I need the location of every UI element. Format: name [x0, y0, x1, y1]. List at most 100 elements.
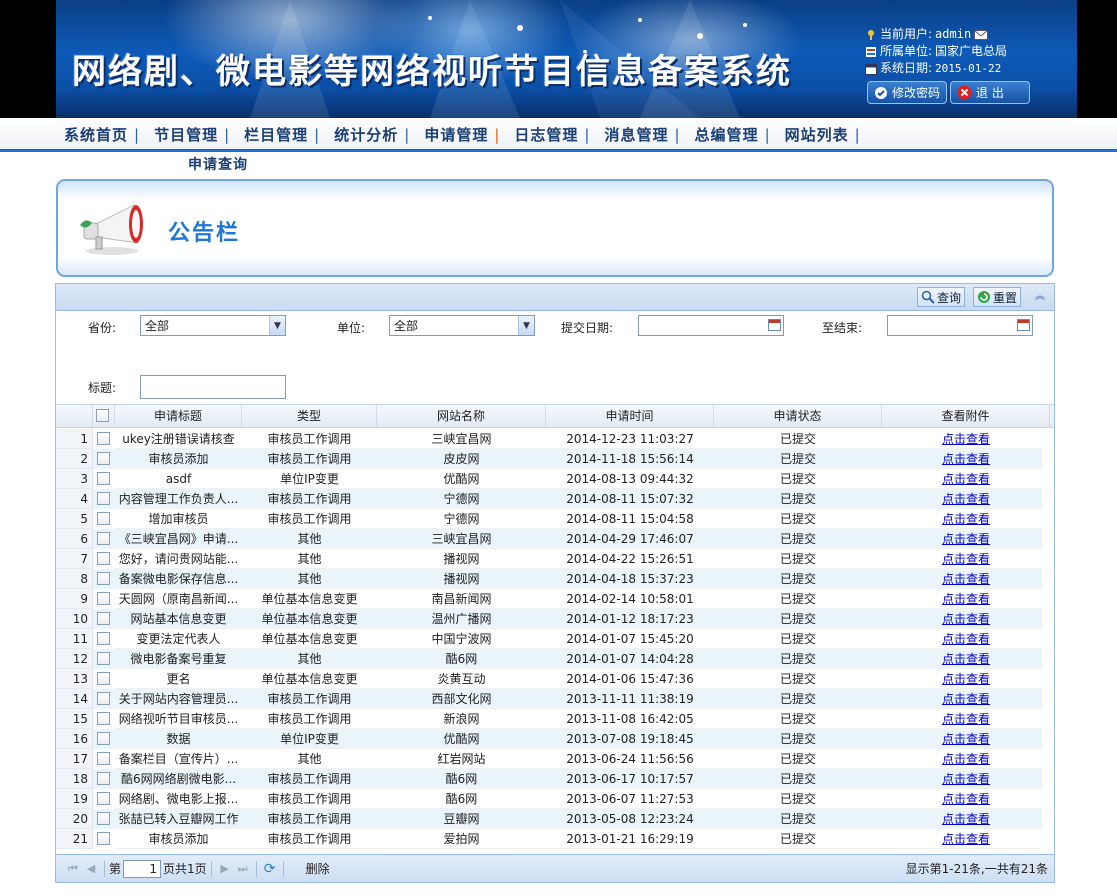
nav-item-applications[interactable]: 申请管理 | — [424, 124, 500, 145]
row-checkbox[interactable] — [97, 792, 110, 805]
view-attachment-link[interactable]: 点击查看 — [942, 592, 990, 606]
subnav-application-query[interactable]: 申请查询 — [188, 154, 248, 174]
nav-item-columns[interactable]: 栏目管理 | — [244, 124, 320, 145]
row-checkbox[interactable] — [97, 492, 110, 505]
view-attachment-link[interactable]: 点击查看 — [942, 772, 990, 786]
row-checkbox[interactable] — [97, 672, 110, 685]
column-header-time[interactable]: 申请时间 — [546, 405, 714, 427]
view-attachment-link[interactable]: 点击查看 — [942, 492, 990, 506]
view-attachment-link[interactable]: 点击查看 — [942, 572, 990, 586]
view-attachment-link[interactable]: 点击查看 — [942, 692, 990, 706]
nav-item-home[interactable]: 系统首页 | — [64, 124, 140, 145]
query-button[interactable]: 查询 — [917, 287, 966, 307]
table-row[interactable]: 7 您好，请问贵网站能... 其他 播视网 2014-04-22 15:26:51 已提交… — [56, 549, 1054, 569]
nav-item-statistics[interactable]: 统计分析 | — [334, 124, 410, 145]
row-checkbox[interactable] — [97, 632, 110, 645]
delete-button[interactable]: 删除 — [306, 860, 330, 877]
row-checkbox[interactable] — [97, 592, 110, 605]
prev-page-icon[interactable]: ◀ — [82, 860, 100, 878]
view-attachment-link[interactable]: 点击查看 — [942, 672, 990, 686]
change-password-button[interactable]: 修改密码 — [867, 81, 947, 104]
row-checkbox[interactable] — [97, 452, 110, 465]
nav-item-logs[interactable]: 日志管理 | — [514, 124, 590, 145]
page-number-input[interactable]: 1 — [123, 859, 162, 878]
row-checkbox[interactable] — [97, 612, 110, 625]
calendar-icon[interactable] — [768, 319, 781, 331]
table-row[interactable]: 17 备案栏目（宣传片）... 其他 红岩网站 2013-06-24 11:56:56 已… — [56, 749, 1054, 769]
table-row[interactable]: 5 增加审核员 审核员工作调用 宁德网 2014-08-11 15:04:58 已提交 点击… — [56, 509, 1054, 529]
refresh-icon[interactable]: ⟳ — [261, 860, 279, 878]
view-attachment-link[interactable]: 点击查看 — [942, 552, 990, 566]
table-row[interactable]: 2 审核员添加 审核员工作调用 皮皮网 2014-11-18 15:56:14 已提交 点击… — [56, 449, 1054, 469]
table-row[interactable]: 21 审核员添加 审核员工作调用 爱拍网 2013-01-21 16:29:19 已提交 点… — [56, 829, 1054, 849]
table-row[interactable]: 13 更名 单位基本信息变更 炎黄互动 2014-01-06 15:47:36 已提交 点击… — [56, 669, 1054, 689]
table-row[interactable]: 9 天圆网（原南昌新闻... 单位基本信息变更 南昌新闻网 2014-02-14 10:… — [56, 589, 1054, 609]
view-attachment-link[interactable]: 点击查看 — [942, 752, 990, 766]
last-page-icon[interactable]: ⏭ — [234, 860, 252, 878]
view-attachment-link[interactable]: 点击查看 — [942, 532, 990, 546]
table-row[interactable]: 12 微电影备案号重复 其他 酷6网 2014-01-07 14:04:28 已提交 点击查… — [56, 649, 1054, 669]
view-attachment-link[interactable]: 点击查看 — [942, 512, 990, 526]
column-header-site[interactable]: 网站名称 — [377, 405, 546, 427]
calendar-icon[interactable] — [1017, 319, 1030, 331]
row-checkbox[interactable] — [97, 812, 110, 825]
row-checkbox[interactable] — [97, 432, 110, 445]
table-scrollbar[interactable] — [1042, 429, 1054, 851]
view-attachment-link[interactable]: 点击查看 — [942, 832, 990, 846]
table-row[interactable]: 11 变更法定代表人 单位基本信息变更 中国宁波网 2014-01-07 15:45:2… — [56, 629, 1054, 649]
row-checkbox[interactable] — [97, 692, 110, 705]
first-page-icon[interactable]: ⏮ — [64, 860, 82, 878]
row-checkbox[interactable] — [97, 752, 110, 765]
table-row[interactable]: 20 张喆已转入豆瓣网工作 审核员工作调用 豆瓣网 2013-05-08 12:23:2… — [56, 809, 1054, 829]
table-row[interactable]: 16 数据 单位IP变更 优酷网 2013-07-08 19:18:45 已提交 点击查看 — [56, 729, 1054, 749]
next-page-icon[interactable]: ▶ — [216, 860, 234, 878]
nav-item-messages[interactable]: 消息管理 | — [604, 124, 680, 145]
table-row[interactable]: 4 内容管理工作负责人... 审核员工作调用 宁德网 2014-08-11 15:07:… — [56, 489, 1054, 509]
row-checkbox[interactable] — [97, 512, 110, 525]
column-header-type[interactable]: 类型 — [242, 405, 377, 427]
view-attachment-link[interactable]: 点击查看 — [942, 612, 990, 626]
header-select-all[interactable] — [93, 405, 115, 427]
table-row[interactable]: 15 网络视听节目审核员... 审核员工作调用 新浪网 2013-11-08 16:42… — [56, 709, 1054, 729]
view-attachment-link[interactable]: 点击查看 — [942, 452, 990, 466]
row-checkbox[interactable] — [97, 552, 110, 565]
table-row[interactable]: 8 备案微电影保存信息... 其他 播视网 2014-04-18 15:37:23 已提交… — [56, 569, 1054, 589]
collapse-icon[interactable]: ︽ — [1034, 291, 1046, 303]
table-row[interactable]: 1 ukey注册错误请核查 审核员工作调用 三峡宜昌网 2014-12-23 11:03… — [56, 429, 1054, 449]
view-attachment-link[interactable]: 点击查看 — [942, 792, 990, 806]
view-attachment-link[interactable]: 点击查看 — [942, 472, 990, 486]
row-checkbox[interactable] — [97, 572, 110, 585]
view-attachment-link[interactable]: 点击查看 — [942, 432, 990, 446]
row-checkbox[interactable] — [97, 772, 110, 785]
reset-button[interactable]: 重置 — [973, 287, 1022, 307]
table-row[interactable]: 19 网络剧、微电影上报... 审核员工作调用 酷6网 2013-06-07 11:27… — [56, 789, 1054, 809]
column-header-attachment[interactable]: 查看附件 — [882, 405, 1050, 427]
row-checkbox[interactable] — [97, 652, 110, 665]
submit-date-input[interactable] — [638, 315, 784, 336]
nav-item-sites[interactable]: 网站列表 | — [785, 124, 861, 145]
row-checkbox[interactable] — [97, 832, 110, 845]
table-row[interactable]: 18 酷6网网络剧微电影... 审核员工作调用 酷6网 2013-06-17 10:17… — [56, 769, 1054, 789]
row-checkbox[interactable] — [97, 532, 110, 545]
title-input[interactable] — [140, 375, 286, 399]
mail-icon[interactable] — [974, 29, 989, 41]
view-attachment-link[interactable]: 点击查看 — [942, 632, 990, 646]
column-header-status[interactable]: 申请状态 — [714, 405, 882, 427]
province-select[interactable]: 全部 ▼ — [140, 315, 286, 336]
nav-item-programs[interactable]: 节目管理 | — [154, 124, 230, 145]
view-attachment-link[interactable]: 点击查看 — [942, 812, 990, 826]
table-row[interactable]: 3 asdf 单位IP变更 优酷网 2014-08-13 09:44:32 已提交 点击查看 — [56, 469, 1054, 489]
table-row[interactable]: 10 网站基本信息变更 单位基本信息变更 温州广播网 2014-01-12 18:17:… — [56, 609, 1054, 629]
logout-button[interactable]: 退 出 — [950, 81, 1030, 104]
table-row[interactable]: 14 关于网站内容管理员... 审核员工作调用 西部文化网 2013-11-11 11:… — [56, 689, 1054, 709]
unit-select[interactable]: 全部 ▼ — [389, 315, 535, 336]
view-attachment-link[interactable]: 点击查看 — [942, 732, 990, 746]
nav-item-chief-editor[interactable]: 总编管理 | — [695, 124, 771, 145]
table-row[interactable]: 6 《三峡宜昌网》申请... 其他 三峡宜昌网 2014-04-29 17:46:07 已… — [56, 529, 1054, 549]
row-checkbox[interactable] — [97, 732, 110, 745]
end-date-input[interactable] — [887, 315, 1033, 336]
view-attachment-link[interactable]: 点击查看 — [942, 712, 990, 726]
row-checkbox[interactable] — [97, 712, 110, 725]
row-checkbox[interactable] — [97, 472, 110, 485]
select-all-checkbox[interactable] — [96, 409, 109, 422]
